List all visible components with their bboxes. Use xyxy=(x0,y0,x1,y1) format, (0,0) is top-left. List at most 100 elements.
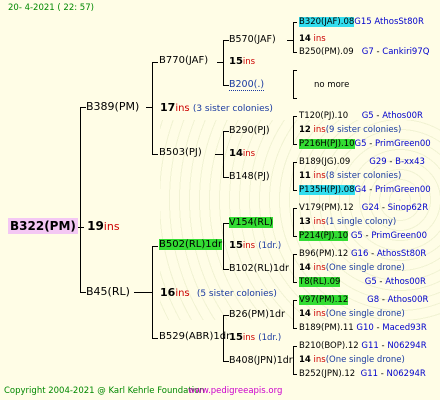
gen5-row-22[interactable]: B252(JPN).12 G11 - N06294R xyxy=(299,369,426,379)
location: N06294R xyxy=(386,369,426,379)
num: 11 xyxy=(299,171,311,181)
root-node[interactable]: B322(PM) 19ins xyxy=(8,218,120,234)
parent-top[interactable]: B389(PM) xyxy=(86,100,139,113)
num: 17 xyxy=(160,101,176,114)
location: Sinop62R xyxy=(387,203,429,213)
gen5-row-14[interactable]: B96(PM).12 G16 - AthosSt80R xyxy=(299,249,426,259)
queen-id[interactable]: T120(PJ).10 xyxy=(299,111,348,121)
gen5-row-5[interactable]: T120(PJ).10 G5 - Athos00R xyxy=(299,111,423,121)
gen5-row-16[interactable]: T8(RL).09 G5 - Athos00R xyxy=(299,277,426,287)
queen-id[interactable]: B189(PM).11 xyxy=(299,323,354,333)
connector xyxy=(293,300,297,301)
note: (One single drone) xyxy=(325,355,405,365)
queen-id[interactable]: B189(JG).09 xyxy=(299,157,350,167)
gen3-a[interactable]: B770(JAF) xyxy=(159,55,208,66)
queen-id[interactable]: P135H(PJ).08 xyxy=(299,185,355,195)
ins-label: ins xyxy=(313,171,326,181)
gen3-c[interactable]: B502(RL)1dr xyxy=(159,239,223,250)
queen-id[interactable]: V179(PM).12 xyxy=(299,203,354,213)
ins-label: ins xyxy=(242,241,256,251)
location: N06294R xyxy=(387,341,427,351)
gen5-row-8[interactable]: B189(JG).09 G29 - B-xx43 xyxy=(299,157,425,167)
num: 12 xyxy=(299,125,311,135)
no-more-label: no more xyxy=(314,80,350,90)
report-date: 20- 4-2021 ( 22: 57) xyxy=(8,3,94,13)
generation: G11 xyxy=(361,341,379,351)
num: 14 xyxy=(299,355,311,365)
connector xyxy=(223,131,224,177)
num: 13 xyxy=(299,217,311,227)
num: 14 xyxy=(299,263,311,273)
parent-top-count: 17ins (3 sister colonies) xyxy=(160,101,273,114)
gen4-b2[interactable]: B148(PJ) xyxy=(229,171,270,182)
generation: G29 xyxy=(369,157,387,167)
gen5-row-12: 13 ins(1 single colony) xyxy=(299,217,396,227)
location: Athos00R xyxy=(385,277,426,287)
gen3-a-count: 15ins xyxy=(229,56,255,67)
queen-id[interactable]: T8(RL).09 xyxy=(299,277,341,287)
website-link[interactable]: www.pedigreeapis.org xyxy=(188,386,282,396)
gen5-row-13[interactable]: P214(PJ).10 G5 - PrimGreen00 xyxy=(299,231,427,241)
connector xyxy=(152,246,153,338)
queen-id[interactable]: B250(PM).09 xyxy=(299,47,354,57)
num: 14 xyxy=(229,148,243,159)
gen3-d[interactable]: B529(ABR)1dr xyxy=(159,331,230,342)
connector xyxy=(293,254,294,282)
generation: G5 xyxy=(364,277,377,287)
connector xyxy=(293,190,297,191)
gen4-a2[interactable]: B200(.) xyxy=(229,79,265,91)
gen5-row-11[interactable]: V179(PM).12 G24 - Sinop62R xyxy=(299,203,428,213)
gen4-b1[interactable]: B290(PJ) xyxy=(229,125,270,136)
gen3-b[interactable]: B503(PJ) xyxy=(159,147,202,158)
location: PrimGreen00 xyxy=(375,139,431,149)
num: 15 xyxy=(229,240,243,251)
note: (1dr.) xyxy=(258,241,282,251)
gen4-a1[interactable]: B570(JAF) xyxy=(229,34,276,45)
gen4-d2[interactable]: B408(JPN)1dr xyxy=(229,355,293,366)
queen-id[interactable]: P214(PJ).10 xyxy=(299,231,349,241)
queen-id[interactable]: V97(PM).12 xyxy=(299,295,349,305)
num: 15 xyxy=(229,56,243,67)
gen5-row-2: 14 ins xyxy=(299,34,326,44)
queen-id[interactable]: B96(PM).12 xyxy=(299,249,348,259)
parent-bottom-count: 16ins (5 sister colonies) xyxy=(160,286,277,299)
connector xyxy=(134,292,152,293)
generation: G10 xyxy=(356,323,374,333)
gen5-row-7[interactable]: P216H(PJ).10G5 - PrimGreen00 xyxy=(299,139,431,149)
gen5-row-10[interactable]: P135H(PJ).08G4 - PrimGreen00 xyxy=(299,185,431,195)
connector xyxy=(287,40,293,41)
queen-id[interactable]: B320(JAF).08 xyxy=(299,17,355,27)
gen5-row-1[interactable]: B320(JAF).08G15 AthosSt80R xyxy=(299,17,424,27)
root-id[interactable]: B322(PM) xyxy=(8,218,78,234)
location: AthosSt80R xyxy=(376,249,427,259)
gen5-row-19[interactable]: B189(PM).11 G10 - Maced93R xyxy=(299,323,427,333)
connector xyxy=(293,22,294,52)
parent-bottom[interactable]: B45(RL) xyxy=(86,285,130,298)
connector xyxy=(293,116,297,117)
connector xyxy=(293,208,297,209)
connector xyxy=(293,162,297,163)
gen5-row-6: 12 ins(9 sister colonies) xyxy=(299,125,401,135)
generation: G24 xyxy=(361,203,380,213)
gen4-d1[interactable]: B26(PM)1dr xyxy=(229,309,285,320)
generation: G16 xyxy=(350,249,369,259)
queen-id[interactable]: B210(BOP).12 xyxy=(299,341,359,351)
gen5-row-21: 14 ins(One single drone) xyxy=(299,355,405,365)
ins-label: ins xyxy=(313,263,326,273)
generation: G4 xyxy=(354,185,367,195)
generation: G8 xyxy=(367,295,380,305)
gen5-row-3[interactable]: B250(PM).09 G7 - Cankiri97Q xyxy=(299,47,429,57)
gen5-row-18: 14 ins(One single drone) xyxy=(299,309,405,319)
gen5-row-17[interactable]: V97(PM).12 G8 - Athos00R xyxy=(299,295,428,305)
queen-id[interactable]: P216H(PJ).10 xyxy=(299,139,355,149)
note: (9 sister colonies) xyxy=(325,125,402,135)
generation: G5 xyxy=(350,231,363,241)
gen4-c2[interactable]: B102(RL)1dr xyxy=(229,263,289,274)
gen5-row-20[interactable]: B210(BOP).12 G11 - N06294R xyxy=(299,341,427,351)
generation: G11 xyxy=(360,369,379,379)
gen4-c1[interactable]: V154(RL) xyxy=(229,217,273,228)
num: 14 xyxy=(299,34,311,44)
connector xyxy=(152,62,153,154)
connector xyxy=(293,346,294,374)
queen-id[interactable]: B252(JPN).12 xyxy=(299,369,355,379)
